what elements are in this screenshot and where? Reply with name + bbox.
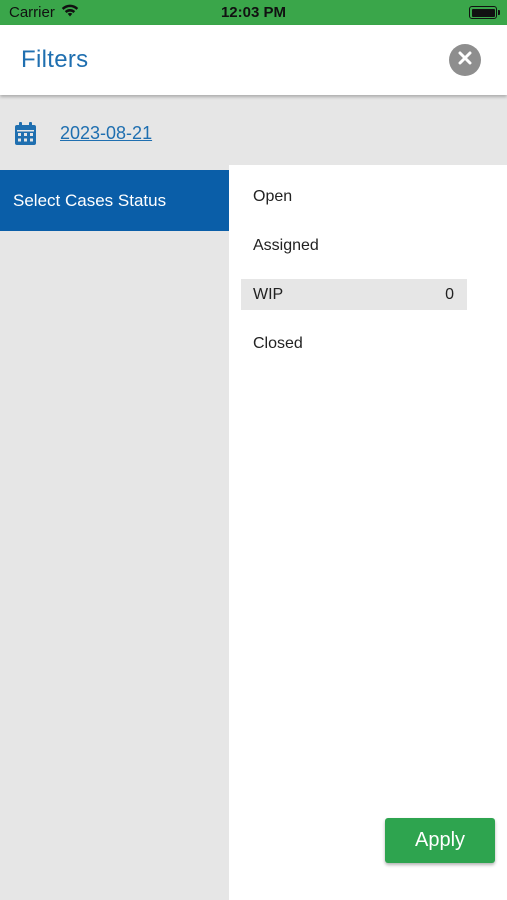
option-label: WIP bbox=[253, 285, 284, 303]
filters-header: Filters bbox=[0, 25, 507, 95]
apply-button[interactable]: Apply bbox=[385, 818, 495, 863]
option-count: 0 bbox=[445, 285, 454, 303]
option-closed[interactable]: Closed bbox=[241, 328, 467, 359]
filter-sidebar: Select Cases Status bbox=[0, 165, 229, 900]
option-label: Open bbox=[253, 187, 293, 205]
option-wip[interactable]: WIP 0 bbox=[241, 279, 467, 310]
calendar-icon[interactable] bbox=[14, 122, 37, 151]
option-open[interactable]: Open bbox=[241, 181, 467, 212]
status-bar: Carrier 12:03 PM bbox=[0, 0, 507, 25]
wifi-icon bbox=[61, 4, 79, 21]
status-left: Carrier bbox=[9, 4, 79, 21]
battery-icon bbox=[469, 6, 500, 19]
date-link[interactable]: 2023-08-21 bbox=[60, 123, 152, 144]
carrier-label: Carrier bbox=[9, 4, 55, 21]
date-filter-row: 2023-08-21 bbox=[0, 95, 507, 165]
close-icon bbox=[458, 51, 472, 70]
option-label: Closed bbox=[253, 334, 303, 352]
sidebar-item-label: Select Cases Status bbox=[13, 190, 167, 210]
option-assigned[interactable]: Assigned bbox=[241, 230, 467, 261]
page-title: Filters bbox=[21, 46, 89, 73]
sidebar-item-select-cases-status[interactable]: Select Cases Status bbox=[0, 170, 229, 231]
close-button[interactable] bbox=[449, 44, 481, 76]
option-label: Assigned bbox=[253, 236, 319, 254]
apply-label: Apply bbox=[414, 829, 466, 851]
